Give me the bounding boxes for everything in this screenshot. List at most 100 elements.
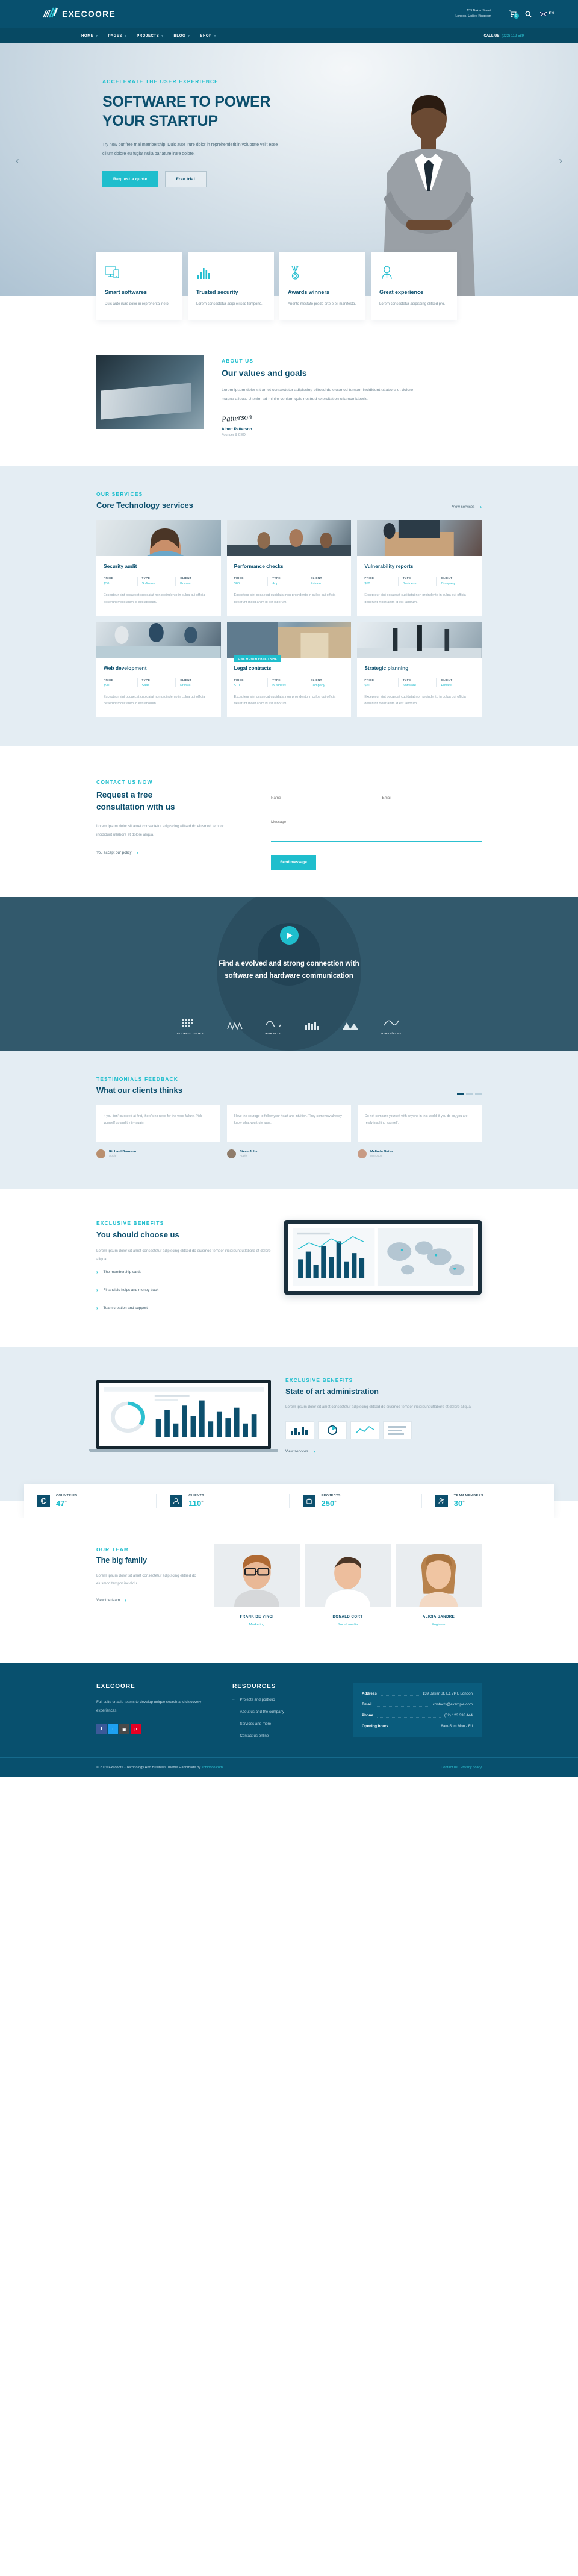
info-value: 139 Baker St, E1 7PT, London bbox=[422, 1692, 473, 1696]
footer-link[interactable]: – Contact us online bbox=[232, 1734, 335, 1738]
play-icon[interactable] bbox=[279, 926, 299, 945]
author-role: Microsoft bbox=[370, 1155, 382, 1158]
testimonial-card: Have the courage to follow your heart an… bbox=[227, 1105, 351, 1142]
services-eyebrow: OUR SERVICES bbox=[96, 491, 143, 498]
cart-icon[interactable]: 0 bbox=[509, 10, 519, 19]
counter-number: 250 bbox=[321, 1499, 335, 1508]
brand-logo[interactable] bbox=[226, 1022, 243, 1035]
slider-prev-arrow-icon[interactable]: ‹ bbox=[16, 155, 19, 167]
about-image bbox=[96, 355, 204, 429]
carousel-dot-3[interactable] bbox=[475, 1093, 482, 1095]
facebook-icon[interactable]: f bbox=[96, 1724, 107, 1735]
instagram-icon[interactable]: ▣ bbox=[119, 1724, 129, 1735]
footer-link-label: Contact us online bbox=[240, 1734, 269, 1739]
brand-logo[interactable]: HOMELIS bbox=[266, 1019, 281, 1035]
schiocco-link[interactable]: schiocco.com bbox=[202, 1766, 223, 1769]
services-section: OUR SERVICES Core Technology services Vi… bbox=[0, 466, 578, 746]
logo-text: EXECOORE bbox=[62, 9, 116, 19]
brand-logo[interactable]: Oceanforms bbox=[381, 1019, 402, 1035]
thumbnail[interactable] bbox=[318, 1421, 347, 1440]
service-text: Excepteur sint occaecat cupidatat non pr… bbox=[364, 695, 466, 706]
slider-next-arrow-icon[interactable]: › bbox=[559, 155, 562, 167]
brand-logo[interactable]: TECHNOLOGIES bbox=[176, 1019, 204, 1035]
nav-item-blog[interactable]: BLOG ▾ bbox=[174, 34, 190, 38]
meta-value-price: $80 bbox=[234, 582, 240, 586]
pinterest-icon[interactable]: p bbox=[131, 1724, 141, 1735]
feature-card[interactable]: Trusted security Lorem consectetur adipi… bbox=[188, 252, 274, 320]
member-photo bbox=[305, 1544, 391, 1608]
meta-label-type: TYPE bbox=[141, 577, 151, 580]
member-role: Social media bbox=[337, 1623, 358, 1627]
footer-link[interactable]: – Projects and portfolio bbox=[232, 1698, 335, 1702]
service-card[interactable]: Vulnerability reports PRICE $50 TYPE Busin… bbox=[357, 520, 482, 616]
service-meta: PRICE $50 TYPE Software CLIENT Private bbox=[364, 678, 474, 687]
brand-logo[interactable] bbox=[304, 1022, 320, 1035]
nav-item-projects[interactable]: PROJECTS ▾ bbox=[137, 34, 163, 38]
send-message-button[interactable]: Send message bbox=[271, 855, 316, 871]
service-card[interactable]: Strategic planning PRICE $50 TYPE Software… bbox=[357, 621, 482, 717]
benefits-eyebrow: EXCLUSIVE BENEFITS bbox=[96, 1220, 164, 1227]
thumbnail[interactable] bbox=[285, 1421, 314, 1440]
benefit-item[interactable]: › Team creation and support bbox=[96, 1299, 271, 1317]
contact-title: Request a free consultation with us bbox=[96, 789, 271, 813]
team-member[interactable]: FRANK DE VINCI Marketing bbox=[214, 1544, 300, 1627]
search-icon[interactable] bbox=[525, 11, 532, 17]
privacy-policy-link[interactable]: Privacy policy bbox=[461, 1766, 482, 1769]
view-team-link[interactable]: View the team › bbox=[96, 1598, 202, 1603]
services-grid: Security audit PRICE $50 TYPE Software CLI… bbox=[24, 520, 554, 717]
about-author-role: Founder & CEO bbox=[222, 433, 246, 437]
thumbnail[interactable] bbox=[383, 1421, 412, 1440]
member-name: FRANK DE VINCI bbox=[240, 1615, 274, 1619]
feature-card[interactable]: Smart softwares Duis aute irure dolor in… bbox=[96, 252, 182, 320]
thumbnail[interactable] bbox=[350, 1421, 379, 1440]
benefit-item[interactable]: › The membership cards bbox=[96, 1263, 271, 1282]
nav-item-shop[interactable]: SHOP ▾ bbox=[200, 34, 216, 38]
service-card[interactable]: ONE MONTH FREE TRIAL Legal contracts PRI… bbox=[226, 621, 352, 717]
footer-link[interactable]: – About us and the company bbox=[232, 1710, 335, 1714]
view-services-label: View services bbox=[285, 1449, 308, 1454]
service-card[interactable]: Security audit PRICE $50 TYPE Software CLI… bbox=[96, 520, 221, 616]
nav-item-home[interactable]: HOME ▾ bbox=[81, 34, 98, 38]
service-card[interactable]: Performance checks PRICE $80 TYPE App CLIE… bbox=[226, 520, 352, 616]
nav-item-pages[interactable]: PAGES ▾ bbox=[108, 34, 127, 38]
meta-label-type: TYPE bbox=[272, 678, 281, 681]
name-input[interactable] bbox=[271, 793, 371, 805]
social-links: f t ▣ p bbox=[96, 1724, 214, 1735]
message-input[interactable] bbox=[271, 818, 482, 842]
top-bar: EXECOORE 139 Baker Street London, United… bbox=[0, 0, 578, 28]
carousel-dot-2[interactable] bbox=[466, 1093, 473, 1095]
meta-label-price: PRICE bbox=[364, 678, 374, 681]
view-services-link[interactable]: View services › bbox=[452, 504, 482, 510]
email-input[interactable] bbox=[382, 793, 482, 805]
benefit-item[interactable]: › Financials helps and money back bbox=[96, 1281, 271, 1300]
call-us[interactable]: CALL US: (023) 112 589 bbox=[484, 34, 524, 38]
view-services-link[interactable]: View services › bbox=[285, 1449, 482, 1454]
language-selector[interactable]: EN bbox=[539, 11, 554, 16]
contact-us-link[interactable]: Contact us bbox=[441, 1766, 458, 1769]
request-quote-button[interactable]: Request a quote bbox=[102, 171, 158, 188]
carousel-dot-1[interactable] bbox=[457, 1093, 464, 1095]
service-meta: PRICE $80 TYPE App CLIENT Private bbox=[234, 577, 344, 586]
feature-card[interactable]: Awards winners Ariento mesfato prodo art… bbox=[279, 252, 365, 320]
dash-icon: – bbox=[232, 1734, 235, 1739]
policy-link[interactable]: You accept our policy › bbox=[96, 850, 271, 855]
free-trial-button[interactable]: Free trial bbox=[164, 171, 207, 188]
twitter-icon[interactable]: t bbox=[108, 1724, 118, 1735]
meta-label-client: CLIENT bbox=[310, 678, 322, 681]
feature-card[interactable]: Great experience Lorem consectetur adipi… bbox=[371, 252, 457, 320]
hero-title-line-1: SOFTWARE TO POWER bbox=[102, 93, 271, 110]
team-member[interactable]: DONALD CORT Social media bbox=[305, 1544, 391, 1627]
testimonial-author: Melinda Gates Microsoft bbox=[358, 1149, 482, 1159]
feature-title: Trusted security bbox=[196, 289, 238, 295]
brand-logo[interactable] bbox=[342, 1022, 358, 1035]
logo[interactable]: EXECOORE bbox=[42, 7, 116, 21]
team-title: The big family bbox=[96, 1556, 148, 1565]
laptop-screen bbox=[99, 1382, 268, 1446]
meta-value-type: Business bbox=[402, 582, 417, 586]
dash-icon: – bbox=[232, 1722, 235, 1727]
footer-contact-box: Address 139 Baker St, E1 7PT, London Emai… bbox=[353, 1683, 482, 1737]
service-card[interactable]: Web development PRICE $90 TYPE Saas CLIENT… bbox=[96, 621, 221, 717]
carousel-dots[interactable] bbox=[457, 1093, 482, 1095]
footer-link[interactable]: – Services and more bbox=[232, 1722, 335, 1726]
team-member[interactable]: ALICIA SANDRE Engineer bbox=[396, 1544, 482, 1627]
